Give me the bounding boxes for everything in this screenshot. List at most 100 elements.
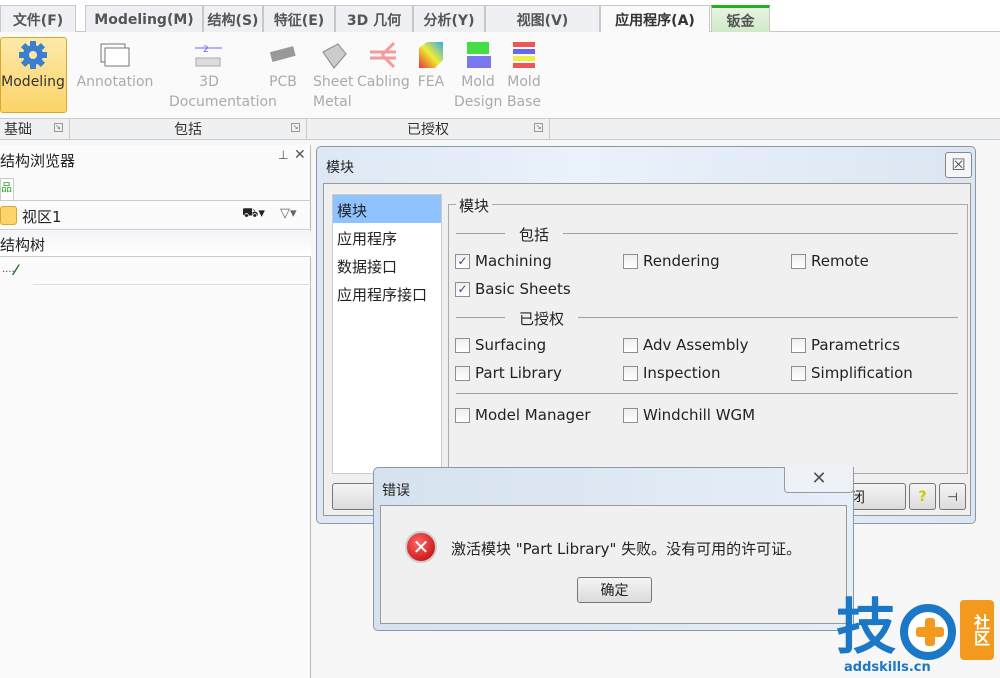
checkbox-surfacing[interactable]: Surfacing: [455, 336, 546, 354]
tab-file[interactable]: 文件(F): [0, 5, 76, 33]
tab-sheet-metal[interactable]: 钣金: [711, 5, 770, 33]
ok-button[interactable]: 确定: [577, 577, 652, 603]
tab-3d-geometry[interactable]: 3D 几何: [335, 5, 413, 33]
checkbox-label: Windchill WGM: [643, 406, 756, 424]
checkbox-rendering[interactable]: Rendering: [623, 252, 720, 270]
structure-browser-panel: 结构浏览器 ⊥ ✕ 品 视区1 ⛟▾ ▽▾ 结构树 ····⁄: [0, 145, 311, 678]
error-dialog: 错误 ✕ ✕ 激活模块 "Part Library" 失败。没有可用的许可证。 …: [373, 467, 854, 631]
binoculars-icon[interactable]: ⛟▾: [242, 206, 265, 223]
close-button[interactable]: ☒: [945, 152, 972, 178]
ribbon-modeling-button[interactable]: Modeling: [0, 38, 66, 92]
checkbox-windchill-wgm[interactable]: Windchill WGM: [623, 406, 755, 424]
tab-structure[interactable]: 结构(S): [203, 5, 263, 33]
ribbon-3d-documentation-button[interactable]: 2 3D Documentation: [155, 38, 277, 112]
ribbon-sheet-metal-button[interactable]: Sheet Metal: [313, 38, 355, 112]
divider: [33, 284, 311, 285]
pin-icon[interactable]: ⊥: [278, 148, 288, 162]
sheet-metal-icon: [313, 38, 355, 72]
button-label: FEA: [417, 74, 445, 90]
nav-list: 模块 应用程序 数据接口 应用程序接口: [332, 194, 442, 474]
group-label: 已授权: [407, 122, 449, 138]
button-label: Annotation: [76, 74, 154, 90]
close-button[interactable]: ✕: [784, 467, 854, 493]
nav-item-applications[interactable]: 应用程序: [333, 223, 441, 251]
checkbox-part-library[interactable]: Part Library: [455, 364, 562, 382]
view-name[interactable]: 视区1: [22, 206, 62, 227]
dialog-title: 模块: [326, 160, 354, 176]
tree-item[interactable]: ····⁄: [2, 263, 17, 279]
dialog-body: ✕ 激活模块 "Part Library" 失败。没有可用的许可证。 确定: [380, 505, 847, 624]
pin-icon[interactable]: ⊣: [939, 483, 966, 510]
filter-icon[interactable]: ▽▾: [280, 206, 297, 221]
button-label: Mold Base: [506, 74, 542, 110]
button-label: Mold Design: [454, 74, 503, 110]
annotation-icon: [76, 38, 154, 72]
group-label: 包括: [174, 122, 202, 138]
button-label: 确定: [600, 583, 629, 599]
checkbox-simplification[interactable]: Simplification: [791, 364, 913, 382]
ribbon-annotation-button[interactable]: Annotation: [76, 38, 154, 92]
dialog-launcher-icon[interactable]: ↘: [534, 123, 543, 132]
group-licensed: 已授权 ↘: [307, 119, 550, 140]
ribbon-fea-button[interactable]: FEA: [414, 38, 448, 92]
nav-item-app-interfaces[interactable]: 应用程序接口: [333, 279, 441, 307]
watermark-url: addskills.cn: [844, 660, 931, 675]
checkbox-label: Parametrics: [811, 336, 901, 354]
panel-title: 结构浏览器: [0, 152, 76, 170]
tab-modeling[interactable]: Modeling(M): [85, 5, 203, 33]
checkbox-machining[interactable]: ✓ Machining: [455, 252, 552, 270]
ribbon-groups: 基础 ↘ 包括 ↘ 已授权 ↘: [0, 118, 1000, 140]
checkbox-adv-assembly[interactable]: Adv Assembly: [623, 336, 748, 354]
ribbon-tab-bar: 文件(F) Modeling(M) 结构(S) 特征(E) 3D 几何 分析(Y…: [0, 0, 1000, 33]
tab-view[interactable]: 视图(V): [485, 5, 600, 33]
checkbox-label: Remote: [811, 252, 869, 270]
dialog-title: 错误: [382, 483, 410, 499]
checkbox-label: Rendering: [643, 252, 720, 270]
separator: [456, 393, 958, 394]
button-label: PCB: [269, 74, 297, 90]
button-label: Sheet Metal: [313, 74, 354, 110]
checkbox-basic-sheets[interactable]: ✓ Basic Sheets: [455, 280, 571, 298]
section-label-included: 包括: [505, 224, 564, 245]
tab-features[interactable]: 特征(E): [263, 5, 335, 33]
help-icon[interactable]: ?: [909, 483, 936, 510]
dialog-launcher-icon[interactable]: ↘: [54, 123, 63, 132]
view-row: 视区1 ⛟▾ ▽▾: [0, 200, 311, 230]
tree-header: 结构树: [0, 231, 311, 257]
error-message: 激活模块 "Part Library" 失败。没有可用的许可证。: [451, 540, 802, 558]
error-icon: ✕: [405, 531, 437, 563]
close-icon[interactable]: ✕: [294, 147, 306, 163]
checkbox-label: Model Manager: [475, 406, 591, 424]
svg-text:2: 2: [203, 45, 209, 55]
checkbox-inspection[interactable]: Inspection: [623, 364, 720, 382]
nav-item-modules[interactable]: 模块: [333, 195, 441, 223]
line-icon: ⁄: [14, 263, 18, 279]
button-label: Modeling: [1, 74, 65, 90]
group-label: 基础: [4, 122, 32, 138]
ribbon-cabling-button[interactable]: Cabling: [357, 38, 410, 92]
checkmark-icon: ✓: [455, 253, 470, 269]
ribbon-mold-design-button[interactable]: Mold Design: [454, 38, 502, 112]
checkbox-label: Adv Assembly: [643, 336, 749, 354]
tab-applications[interactable]: 应用程序(A): [600, 5, 710, 33]
dimension-icon: 2: [155, 38, 263, 72]
cabling-icon: [357, 38, 409, 72]
gear-icon: [0, 38, 66, 72]
nav-item-data-interfaces[interactable]: 数据接口: [333, 251, 441, 279]
checkbox-remote[interactable]: Remote: [791, 252, 869, 270]
view-icon[interactable]: [0, 206, 17, 225]
ribbon-mold-base-button[interactable]: Mold Base: [504, 38, 544, 112]
tab-analysis[interactable]: 分析(Y): [413, 5, 485, 33]
structure-tab-icon[interactable]: 品: [0, 178, 14, 200]
checkbox-label: Machining: [475, 252, 552, 270]
checkbox-parametrics[interactable]: Parametrics: [791, 336, 900, 354]
checkmark-icon: ✓: [455, 281, 470, 297]
checkbox-model-manager[interactable]: Model Manager: [455, 406, 591, 424]
dialog-launcher-icon[interactable]: ↘: [291, 123, 300, 132]
checkbox-label: Surfacing: [475, 336, 547, 354]
chip-icon: [264, 38, 302, 72]
checkbox-label: Simplification: [811, 364, 913, 382]
ribbon-pcb-button[interactable]: PCB: [264, 38, 302, 92]
button-label: 3D Documentation: [169, 74, 277, 110]
groupbox-title: 模块: [456, 195, 493, 216]
